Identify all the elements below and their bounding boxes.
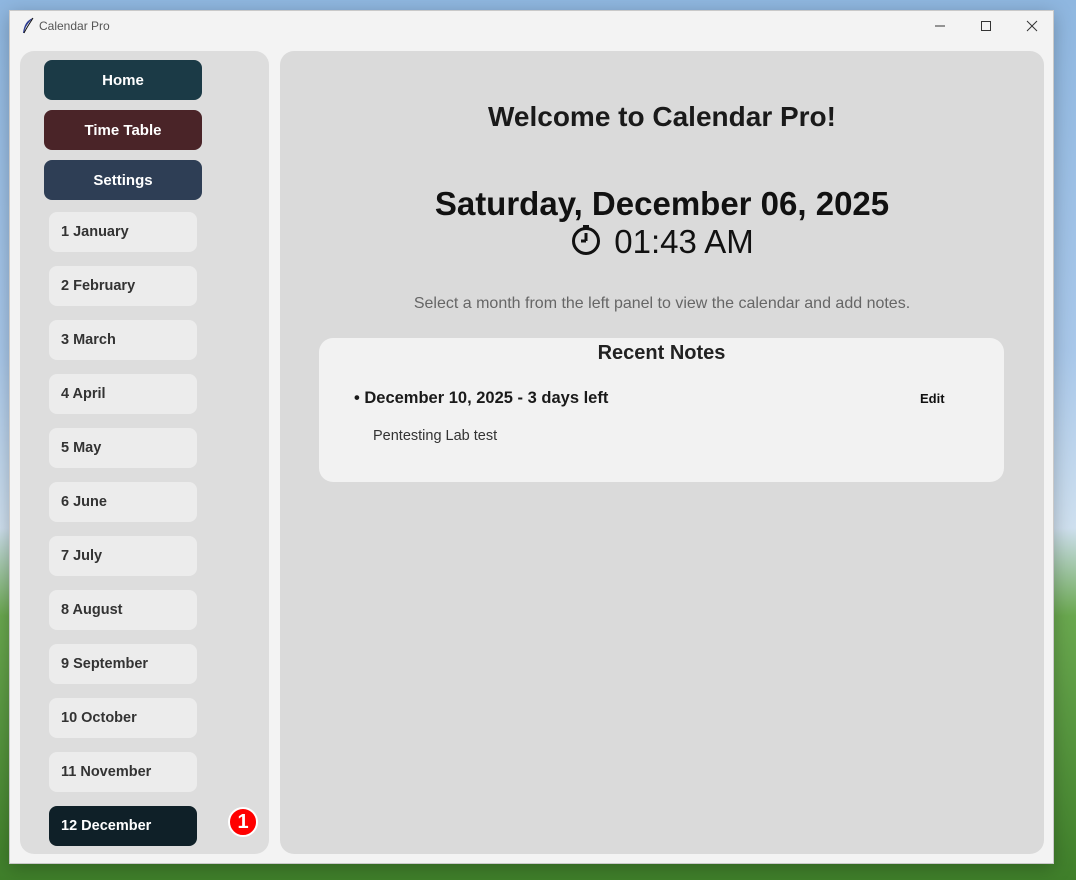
month-march-button[interactable]: 3 March (49, 320, 197, 360)
recent-notes-title: Recent Notes (597, 342, 726, 364)
welcome-heading: Welcome to Calendar Pro! (487, 101, 836, 132)
month-october-button[interactable]: 10 October (49, 698, 197, 738)
month-may-button[interactable]: 5 May (49, 428, 197, 468)
time-row: 01:43 AM (280, 223, 1044, 261)
maximize-button[interactable] (963, 11, 1009, 41)
month-december-button[interactable]: 12 December (49, 806, 197, 846)
clock-icon (570, 224, 602, 261)
month-june-button[interactable]: 6 June (49, 482, 197, 522)
app-window: Calendar Pro Home Time Table Settings 1 … (9, 10, 1054, 864)
edit-note-button[interactable]: Edit (920, 391, 945, 406)
month-july-button[interactable]: 7 July (49, 536, 197, 576)
feather-icon (21, 17, 35, 35)
current-date: Saturday, December 06, 2025 (434, 185, 890, 222)
note-header: • December 10, 2025 - 3 days left (354, 389, 609, 407)
month-april-button[interactable]: 4 April (49, 374, 197, 414)
month-february-button[interactable]: 2 February (49, 266, 197, 306)
settings-button[interactable]: Settings (44, 160, 202, 200)
time-table-button[interactable]: Time Table (44, 110, 202, 150)
instruction-text: Select a month from the left panel to vi… (413, 295, 911, 312)
sidebar: Home Time Table Settings 1 January 2 Feb… (20, 51, 269, 854)
month-november-button[interactable]: 11 November (49, 752, 197, 792)
main-panel: Welcome to Calendar Pro! Saturday, Decem… (280, 51, 1044, 854)
close-button[interactable] (1009, 11, 1055, 41)
note-text: Pentesting Lab test (373, 428, 498, 444)
window-title: Calendar Pro (39, 19, 110, 33)
month-january-button[interactable]: 1 January (49, 212, 197, 252)
month-september-button[interactable]: 9 September (49, 644, 197, 684)
current-time: 01:43 AM (614, 223, 754, 260)
recent-notes-card: Recent Notes • December 10, 2025 - 3 day… (319, 338, 1004, 482)
title-bar[interactable]: Calendar Pro (10, 11, 1053, 41)
home-button[interactable]: Home (44, 60, 202, 100)
month-august-button[interactable]: 8 August (49, 590, 197, 630)
notification-badge: 1 (228, 807, 258, 837)
minimize-button[interactable] (917, 11, 963, 41)
